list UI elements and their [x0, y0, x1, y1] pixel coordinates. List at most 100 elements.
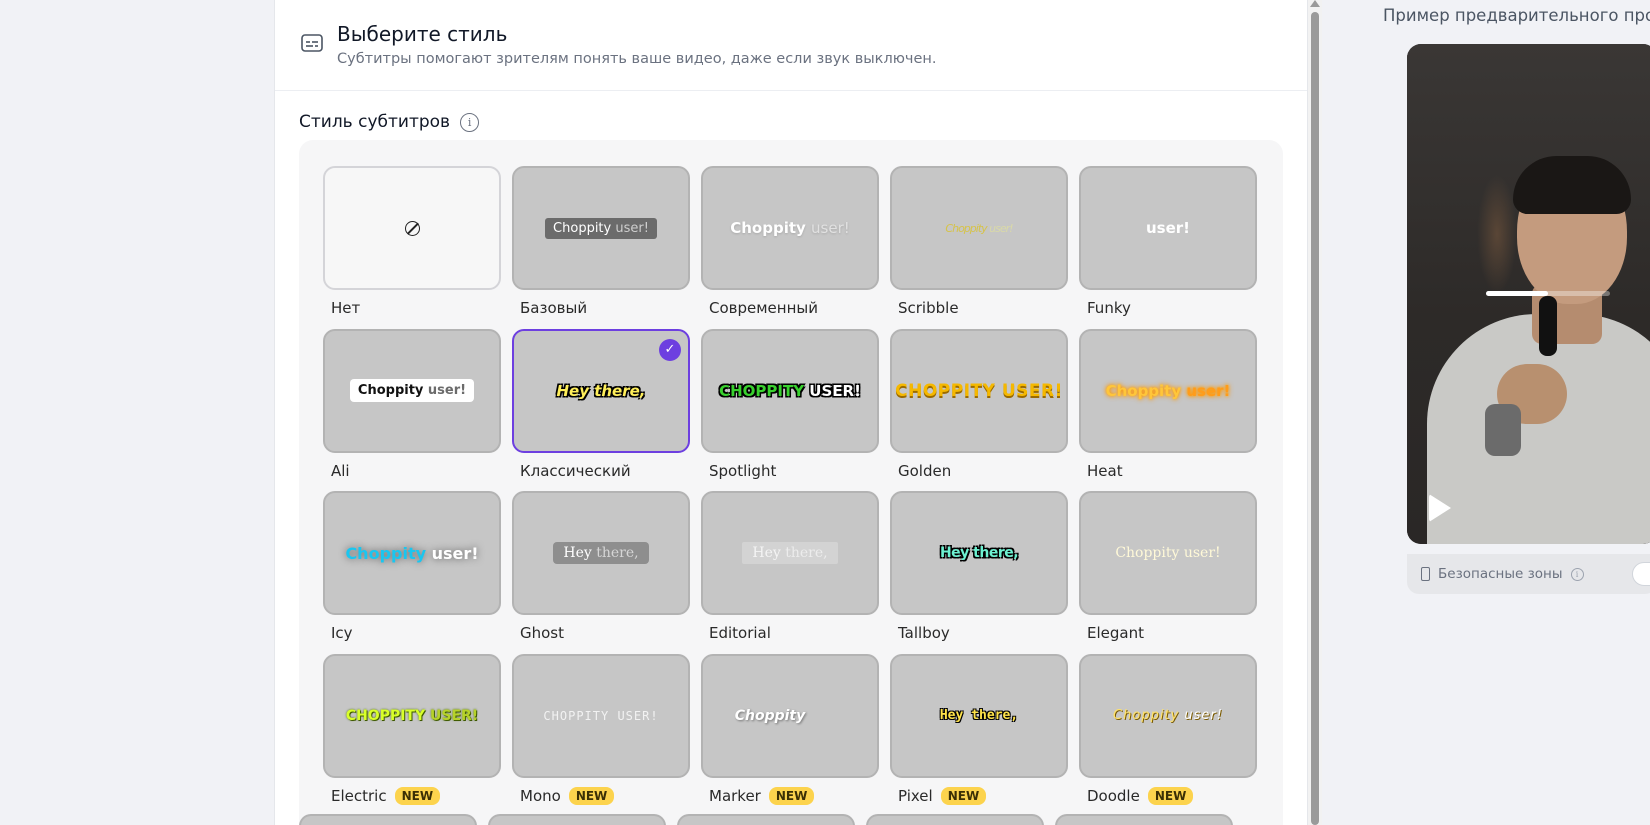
style-name: Нет [331, 299, 361, 317]
style-tile[interactable]: Choppity user! [701, 166, 879, 290]
style-option-heat[interactable]: Choppity user! Heat [1079, 328, 1257, 492]
panel-subtitle: Субтитры помогают зрителям понять ваше в… [337, 51, 937, 67]
style-tile-partial[interactable] [299, 814, 477, 825]
style-option-funky[interactable]: user! Funky [1079, 166, 1257, 329]
subtitles-icon [301, 34, 323, 52]
section-label-text: Стиль субтитров [299, 112, 451, 132]
style-option-doodle[interactable]: Choppity user! Doodle NEW [1079, 653, 1257, 817]
style-option-golden[interactable]: CHOPPITY USER! Golden [890, 328, 1068, 492]
style-sample: Choppity [734, 707, 806, 724]
new-badge: NEW [394, 786, 441, 805]
style-sample: Choppity user! [945, 221, 1013, 235]
scrollbar-thumb[interactable] [1311, 12, 1319, 825]
style-name: Классический [520, 461, 631, 480]
style-sample: Hey there, [556, 381, 646, 400]
play-icon[interactable] [1429, 494, 1451, 522]
style-tile[interactable]: Choppity user! [890, 166, 1068, 290]
style-grid-container: Нет Choppity user! Базовый Choppity user… [299, 140, 1283, 825]
style-sample: Choppity user! [1113, 708, 1223, 723]
style-tile[interactable]: CHOPPITY USER! [890, 328, 1068, 453]
style-tile[interactable]: Hey there, [890, 653, 1068, 778]
style-name: Doodle [1087, 786, 1140, 805]
check-icon: ✓ [659, 338, 681, 361]
style-tile[interactable]: Choppity user! [1079, 491, 1257, 615]
style-name: Mono [520, 786, 561, 805]
style-sample: Choppity user! [349, 379, 475, 402]
style-name: Scribble [898, 299, 959, 317]
style-tile[interactable]: Hey there, [512, 491, 690, 615]
style-tile[interactable]: Choppity user! [323, 491, 501, 615]
style-option-basic[interactable]: Choppity user! Базовый [512, 166, 690, 329]
panel-header: Выберите стиль Субтитры помогают зрителя… [275, 0, 1307, 91]
no-style-icon [404, 220, 420, 236]
style-name: Ghost [520, 624, 565, 642]
style-name: Базовый [520, 299, 588, 317]
new-badge: NEW [568, 786, 615, 805]
style-tile-partial[interactable] [1055, 814, 1233, 825]
style-option-modern[interactable]: Choppity user! Современный [701, 166, 879, 329]
panel-title: Выберите стиль [337, 22, 508, 46]
info-icon[interactable]: i [1570, 567, 1584, 581]
style-option-elegant[interactable]: Choppity user! Elegant [1079, 491, 1257, 654]
style-option-mono[interactable]: CHOPPITY USER! Mono NEW [512, 653, 690, 817]
style-tile-selected[interactable]: ✓ Hey there, [512, 328, 690, 453]
style-name: Marker [709, 786, 761, 805]
style-tile[interactable] [323, 166, 501, 290]
style-tile[interactable]: CHOPPITY USER! [323, 653, 501, 778]
style-name: Electric [331, 786, 387, 805]
style-name: Ali [331, 461, 350, 480]
style-name: Pixel [898, 786, 933, 805]
style-tile[interactable]: Hey there, [890, 491, 1068, 615]
style-option-spotlight[interactable]: CHOPPITY USER! Spotlight [701, 328, 879, 492]
style-sample: Hey there, [939, 708, 1019, 723]
style-sample: Hey there, [939, 545, 1019, 561]
phone-icon [1421, 567, 1430, 581]
style-option-tallboy[interactable]: Hey there, Tallboy [890, 491, 1068, 654]
style-name: Современный [709, 299, 818, 317]
style-tile[interactable]: user! [1079, 166, 1257, 290]
style-tile[interactable]: CHOPPITY USER! [512, 653, 690, 778]
style-grid: Нет Choppity user! Базовый Choppity user… [323, 166, 1257, 816]
style-name: Icy [331, 624, 353, 642]
style-option-classic[interactable]: ✓ Hey there, Классический [512, 328, 690, 492]
style-sample: Choppity user! [345, 543, 479, 563]
style-sample: Choppity user! [545, 217, 657, 239]
style-option-ali[interactable]: Choppity user! Ali [323, 328, 501, 492]
style-option-icy[interactable]: Choppity user! Icy [323, 491, 501, 654]
style-sample: Hey there, [742, 542, 838, 564]
new-badge: NEW [1147, 786, 1194, 805]
info-icon[interactable]: i [460, 112, 480, 132]
video-preview[interactable] [1407, 44, 1650, 544]
safe-zones-toggle[interactable] [1632, 562, 1650, 586]
style-option-marker[interactable]: Choppity Marker NEW [701, 653, 879, 817]
video-person-hair [1513, 156, 1631, 214]
style-tile[interactable]: Hey there, [701, 491, 879, 615]
style-option-editorial[interactable]: Hey there, Editorial [701, 491, 879, 654]
style-sample: Hey there, [553, 542, 649, 564]
style-option-none[interactable]: Нет [323, 166, 501, 329]
style-sample: Choppity user! [1105, 381, 1231, 400]
style-name: Funky [1087, 299, 1131, 317]
video-lamp [1477, 174, 1517, 294]
style-name: Spotlight [709, 461, 777, 480]
style-tile-partial[interactable] [866, 814, 1044, 825]
preview-label: Пример предварительного прос [1383, 6, 1650, 25]
style-tile[interactable]: Choppity user! [323, 328, 501, 453]
style-tile[interactable]: Choppity user! [1079, 328, 1257, 453]
video-watch [1485, 404, 1521, 456]
style-tile[interactable]: Choppity user! [512, 166, 690, 290]
safe-zones-bar: Безопасные зоны i [1407, 554, 1650, 594]
style-tile-partial[interactable] [488, 814, 666, 825]
style-option-pixel[interactable]: Hey there, Pixel NEW [890, 653, 1068, 817]
style-name: Editorial [709, 624, 771, 642]
style-tile[interactable]: Choppity user! [1079, 653, 1257, 778]
style-option-ghost[interactable]: Hey there, Ghost [512, 491, 690, 654]
style-option-scribble[interactable]: Choppity user! Scribble [890, 166, 1068, 329]
scroll-up-arrow-icon[interactable] [1310, 0, 1320, 7]
style-tile[interactable]: Choppity [701, 653, 879, 778]
style-tile-partial[interactable] [677, 814, 855, 825]
style-tile[interactable]: CHOPPITY USER! [701, 328, 879, 453]
style-sample: CHOPPITY USER! [345, 707, 479, 724]
style-option-electric[interactable]: CHOPPITY USER! Electric NEW [323, 653, 501, 817]
style-name: Tallboy [898, 624, 950, 642]
